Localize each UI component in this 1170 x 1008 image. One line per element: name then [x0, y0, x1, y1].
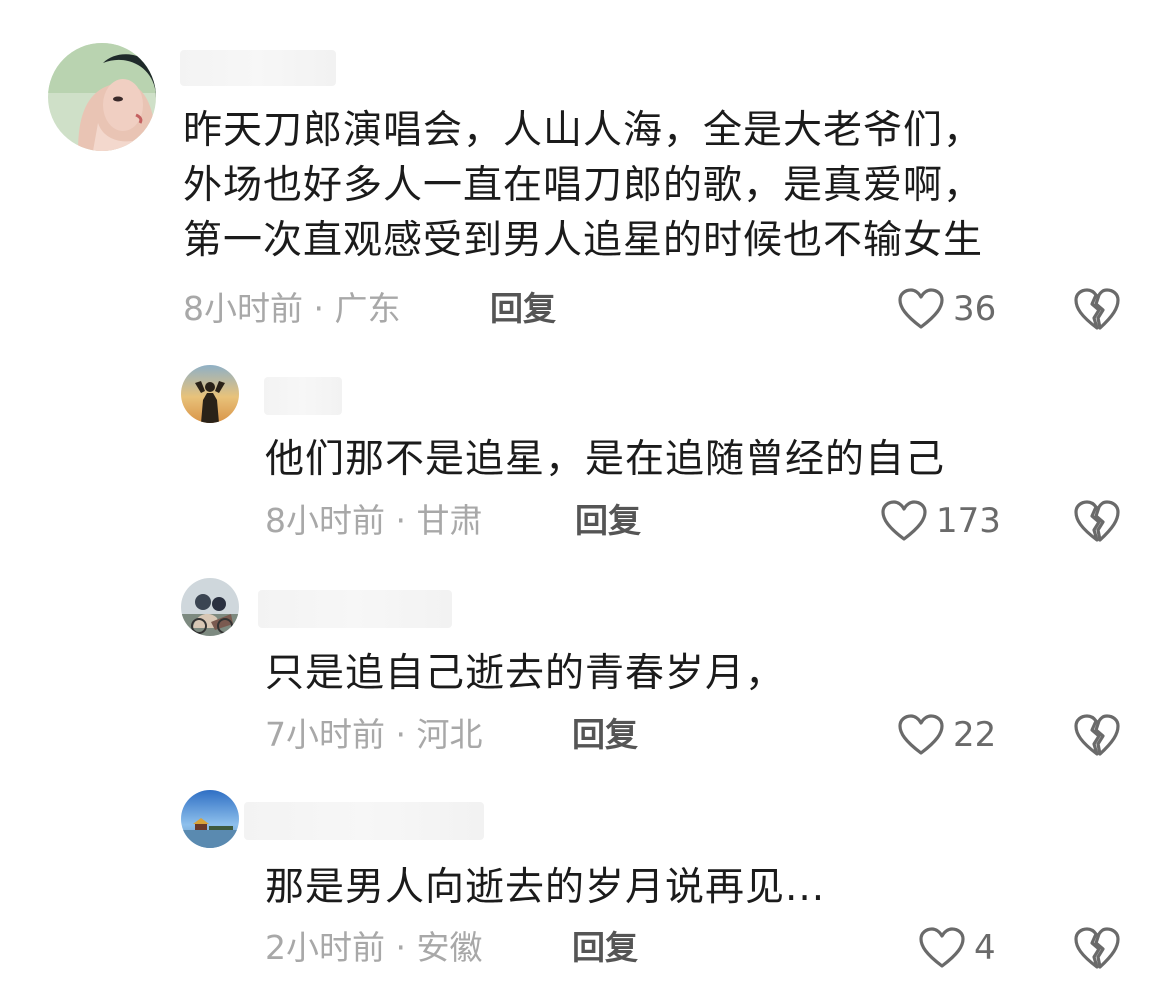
comment-text: 只是追自己逝去的青春岁月，	[265, 646, 785, 701]
comment-meta: 8小时前 · 广东	[183, 289, 401, 328]
heart-outline-icon	[898, 714, 944, 755]
username-blurred[interactable]	[244, 802, 484, 840]
avatar-image	[48, 43, 156, 151]
comment-text-line: 昨天刀郎演唱会，人山人海，全是大老爷们，	[183, 108, 984, 153]
dislike-button[interactable]	[1073, 712, 1121, 758]
like-count: 4	[974, 928, 996, 968]
broken-heart-icon	[1074, 927, 1120, 969]
like-button[interactable]: 4	[918, 923, 996, 973]
comment-meta: 8小时前 · 甘肃	[265, 501, 483, 540]
comment-text: 他们那不是追星，是在追随曾经的自己	[265, 432, 945, 487]
avatar[interactable]	[181, 365, 239, 423]
avatar[interactable]	[181, 578, 239, 636]
comment-text-line: 外场也好多人一直在唱刀郎的歌，是真爱啊，	[183, 163, 984, 208]
broken-heart-icon	[1074, 714, 1120, 756]
like-button[interactable]: 173	[880, 496, 1001, 546]
comment-text-line: 只是追自己逝去的青春岁月，	[265, 651, 786, 696]
like-count: 22	[953, 715, 997, 755]
dislike-button[interactable]	[1073, 286, 1121, 332]
reply-item: 那是男人向逝去的岁月说再见... 2小时前 · 安徽 回复 4	[0, 770, 1170, 1008]
comment-meta: 2小时前 · 安徽	[265, 928, 483, 967]
comment-text: 昨天刀郎演唱会，人山人海，全是大老爷们， 外场也好多人一直在唱刀郎的歌，是真爱啊…	[183, 103, 983, 268]
dislike-button[interactable]	[1073, 498, 1121, 544]
broken-heart-icon	[1074, 288, 1120, 330]
username-blurred[interactable]	[264, 377, 342, 415]
comment-item: 昨天刀郎演唱会，人山人海，全是大老爷们， 外场也好多人一直在唱刀郎的歌，是真爱啊…	[0, 0, 1170, 340]
like-count: 173	[936, 501, 1001, 541]
comment-text: 那是男人向逝去的岁月说再见...	[265, 860, 825, 915]
avatar[interactable]	[48, 43, 156, 151]
comment-text-line: 他们那不是追星，是在追随曾经的自己	[265, 437, 946, 482]
avatar-image	[181, 790, 239, 848]
reply-button[interactable]: 回复	[572, 715, 638, 755]
like-count: 36	[953, 289, 997, 329]
reply-item: 只是追自己逝去的青春岁月， 7小时前 · 河北 回复 22	[0, 550, 1170, 770]
reply-button[interactable]: 回复	[572, 928, 638, 968]
avatar-image	[181, 578, 239, 636]
like-button[interactable]: 22	[897, 710, 996, 760]
avatar-image	[181, 365, 239, 423]
comment-text-line: 第一次直观感受到男人追星的时候也不输女生	[183, 218, 984, 263]
username-blurred[interactable]	[180, 50, 336, 86]
broken-heart-icon	[1074, 500, 1120, 542]
avatar[interactable]	[181, 790, 239, 848]
username-blurred[interactable]	[258, 590, 452, 628]
dislike-button[interactable]	[1073, 925, 1121, 971]
heart-outline-icon	[919, 927, 965, 968]
heart-outline-icon	[881, 500, 927, 541]
reply-button[interactable]: 回复	[490, 289, 556, 329]
comment-meta: 7小时前 · 河北	[265, 715, 483, 754]
comment-text-line: 那是男人向逝去的岁月说再见...	[265, 865, 826, 910]
reply-button[interactable]: 回复	[575, 501, 641, 541]
reply-item: 他们那不是追星，是在追随曾经的自己 8小时前 · 甘肃 回复 173	[0, 340, 1170, 550]
heart-outline-icon	[898, 288, 944, 329]
like-button[interactable]: 36	[897, 284, 996, 334]
